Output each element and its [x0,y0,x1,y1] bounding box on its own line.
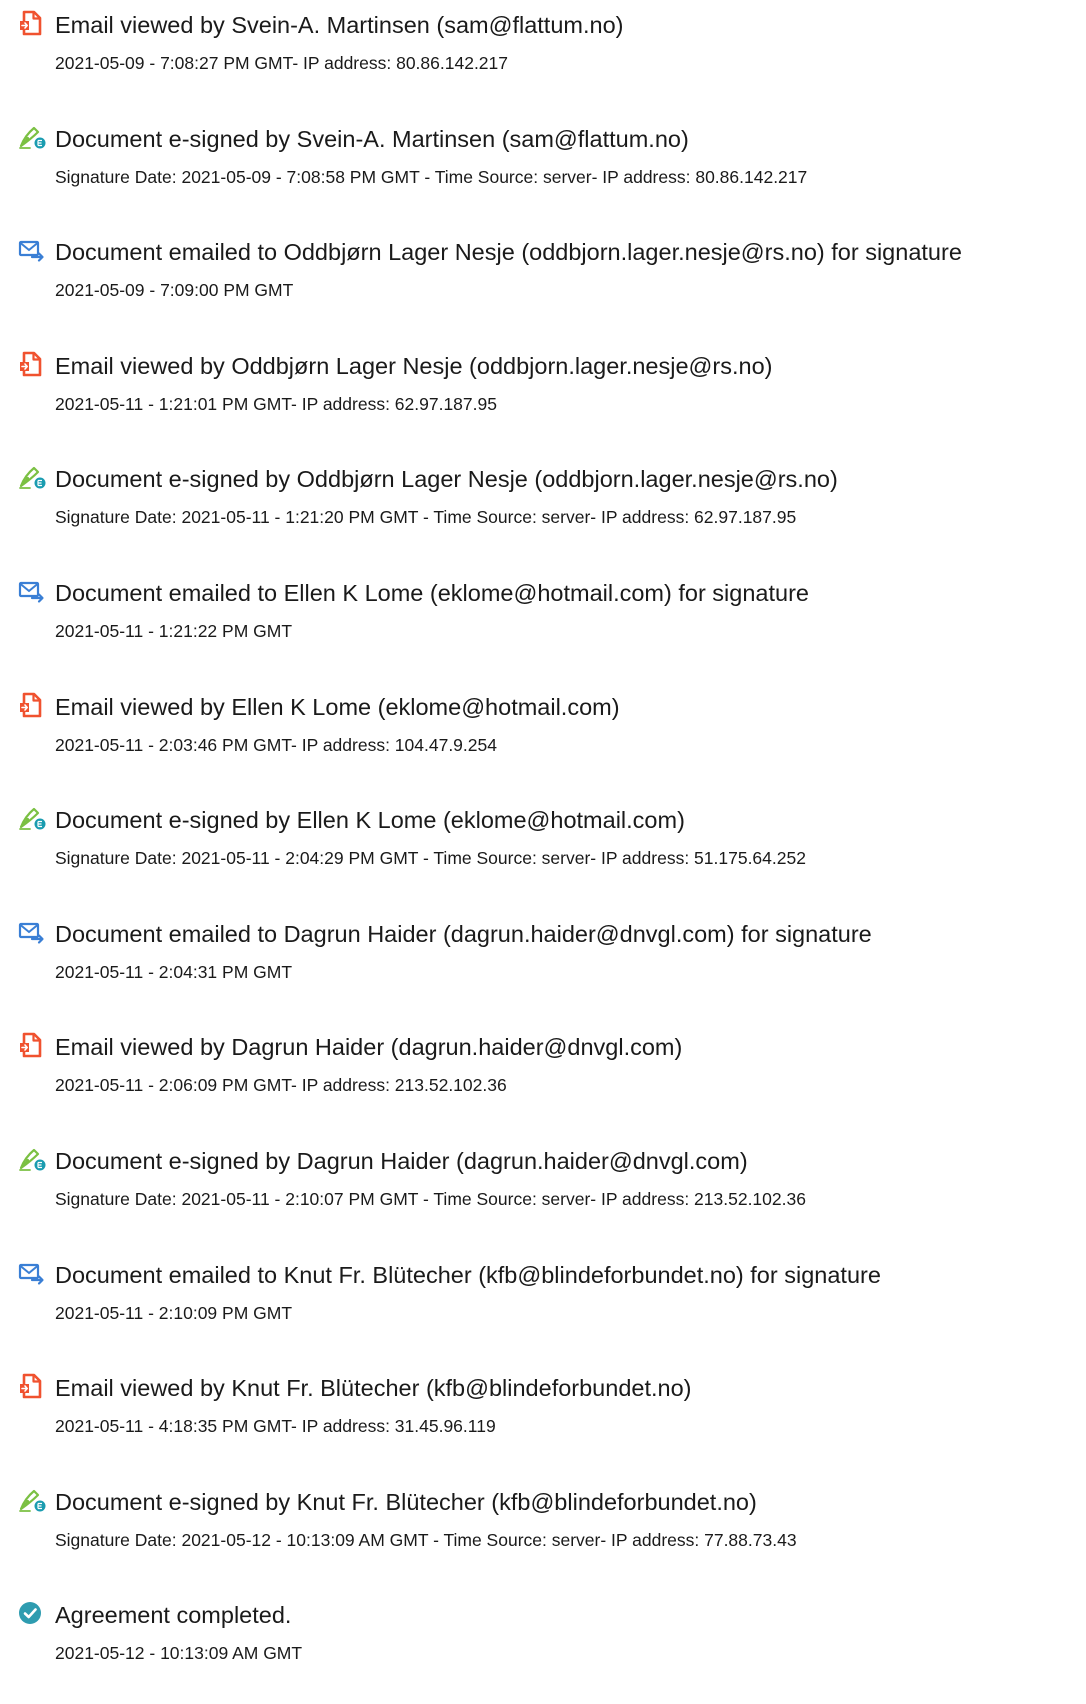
event-detail: 2021-05-11 - 1:21:01 PM GMT- IP address:… [55,393,497,414]
event-title: Document emailed to Knut Fr. Blütecher (… [55,1261,881,1288]
event-detail: 2021-05-12 - 10:13:09 AM GMT [55,1643,303,1664]
audit-event-emailed: Document emailed to Dagrun Haider (dagru… [0,909,1086,1023]
email-sent-icon [18,1260,44,1286]
event-detail: 2021-05-09 - 7:08:27 PM GMT- IP address:… [55,53,509,73]
audit-event-signed: Document e-signed by Knut Fr. Blütecher … [0,1477,1086,1591]
event-detail: Signature Date: 2021-05-09 - 7:08:58 PM … [55,166,808,187]
event-title: Email viewed by Knut Fr. Blütecher (kfb@… [55,1375,692,1402]
audit-event-emailed: Document emailed to Ellen K Lome (eklome… [0,568,1086,682]
event-detail: 2021-05-11 - 1:21:22 PM GMT [55,620,293,641]
e-sign-pen-icon [18,124,46,150]
event-detail: Signature Date: 2021-05-11 - 2:10:07 PM … [55,1188,806,1209]
event-title: Document emailed to Oddbjørn Lager Nesje… [55,239,962,266]
document-viewed-icon [18,692,44,718]
audit-event-completed: Agreement completed. 2021-05-12 - 10:13:0… [0,1590,1086,1704]
audit-event-signed: Document e-signed by Ellen K Lome (eklom… [0,795,1086,909]
email-sent-icon [18,578,44,604]
audit-log: Email viewed by Svein-A. Martinsen (sam@… [0,0,1086,1704]
event-detail: 2021-05-11 - 4:18:35 PM GMT- IP address:… [55,1416,496,1437]
document-viewed-icon [18,1032,44,1058]
event-detail: 2021-05-11 - 2:10:09 PM GMT [55,1302,293,1323]
event-title: Document e-signed by Dagrun Haider (dagr… [55,1147,748,1174]
email-sent-icon [18,237,44,263]
audit-event-signed: Document e-signed by Dagrun Haider (dagr… [0,1136,1086,1250]
audit-event-viewed: Email viewed by Oddbjørn Lager Nesje (od… [0,341,1086,455]
e-sign-pen-icon [18,464,46,490]
event-title: Document e-signed by Oddbjørn Lager Nesj… [55,466,838,493]
e-sign-pen-icon [18,1487,46,1513]
event-detail: Signature Date: 2021-05-11 - 2:04:29 PM … [55,848,806,869]
event-detail: 2021-05-09 - 7:09:00 PM GMT [55,280,294,301]
event-detail: 2021-05-11 - 2:04:31 PM GMT [55,961,293,982]
document-viewed-icon [18,1373,44,1399]
event-title: Document emailed to Ellen K Lome (eklome… [55,579,809,606]
document-viewed-icon [18,10,44,36]
audit-event-signed: Document e-signed by Oddbjørn Lager Nesj… [0,454,1086,568]
audit-event-viewed: Email viewed by Ellen K Lome (eklome@hot… [0,682,1086,796]
event-title: Document emailed to Dagrun Haider (dagru… [55,920,872,947]
event-title: Email viewed by Dagrun Haider (dagrun.ha… [55,1034,683,1061]
email-sent-icon [18,919,44,945]
audit-event-emailed: Document emailed to Oddbjørn Lager Nesje… [0,227,1086,341]
event-title: Document e-signed by Ellen K Lome (eklom… [55,807,685,834]
event-title: Document e-signed by Svein-A. Martinsen … [55,125,689,152]
event-detail: 2021-05-11 - 2:06:09 PM GMT- IP address:… [55,1075,507,1096]
audit-event-viewed: Email viewed by Svein-A. Martinsen (sam@… [0,0,1086,114]
audit-event-signed: Document e-signed by Svein-A. Martinsen … [0,114,1086,228]
event-title: Email viewed by Ellen K Lome (eklome@hot… [55,693,620,720]
event-title: Agreement completed. [55,1602,292,1629]
event-detail: Signature Date: 2021-05-11 - 1:21:20 PM … [55,507,797,528]
event-detail: 2021-05-11 - 2:03:46 PM GMT- IP address:… [55,734,497,755]
e-sign-pen-icon [18,1146,46,1172]
audit-event-emailed: Document emailed to Knut Fr. Blütecher (… [0,1250,1086,1364]
event-title: Document e-signed by Knut Fr. Blütecher … [55,1488,757,1515]
event-detail: Signature Date: 2021-05-12 - 10:13:09 AM… [55,1529,797,1550]
document-viewed-icon [18,351,44,377]
audit-event-viewed: Email viewed by Knut Fr. Blütecher (kfb@… [0,1363,1086,1477]
audit-event-viewed: Email viewed by Dagrun Haider (dagrun.ha… [0,1022,1086,1136]
e-sign-pen-icon [18,805,46,831]
check-circle-icon [18,1600,44,1626]
event-title: Email viewed by Oddbjørn Lager Nesje (od… [55,352,773,379]
event-title: Email viewed by Svein-A. Martinsen (sam@… [55,12,624,38]
